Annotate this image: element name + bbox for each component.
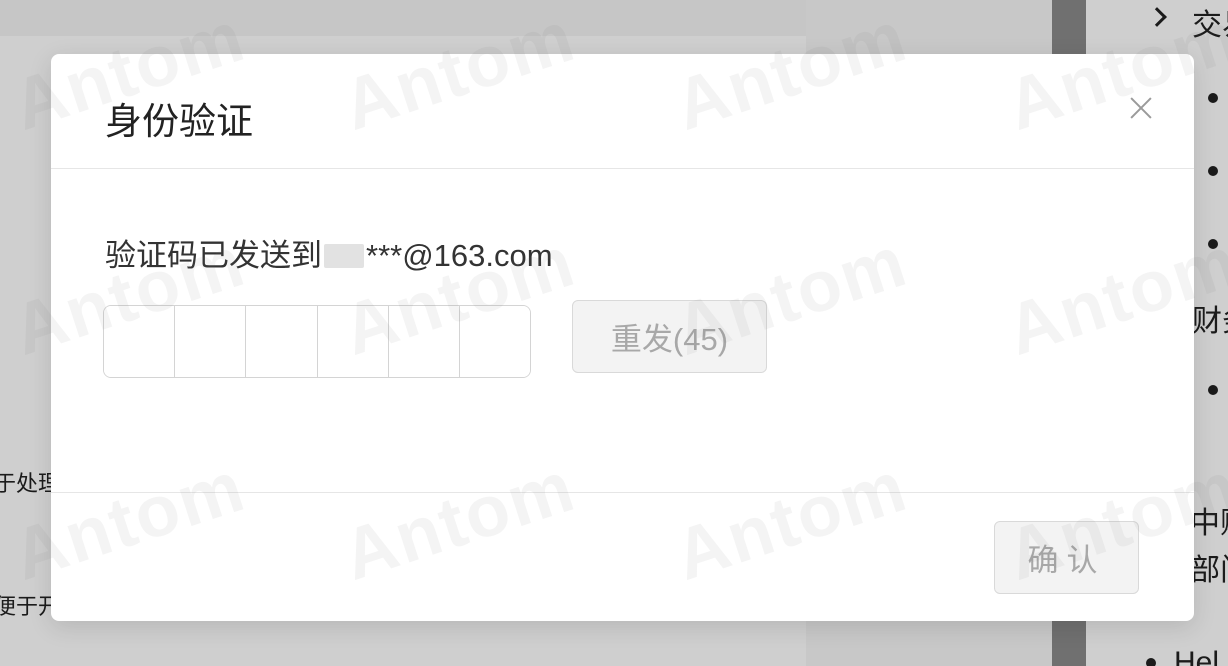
- verification-code-input[interactable]: [103, 305, 531, 378]
- code-digit-5[interactable]: [388, 306, 460, 377]
- code-digit-2[interactable]: [175, 306, 247, 377]
- verification-dialog: 身份验证 验证码已发送到 ***@163.com 重发(45) 确认: [51, 54, 1194, 621]
- dialog-header: 身份验证: [51, 54, 1194, 169]
- code-digit-1[interactable]: [104, 306, 176, 377]
- masked-email: ***@163.com: [366, 238, 553, 273]
- code-sent-message: 验证码已发送到 ***@163.com: [105, 230, 553, 275]
- code-digit-6[interactable]: [459, 306, 530, 377]
- code-digit-4[interactable]: [317, 306, 389, 377]
- close-icon[interactable]: [1127, 94, 1155, 122]
- code-digit-3[interactable]: [246, 306, 318, 377]
- footer-divider: [51, 492, 1194, 493]
- dialog-title: 身份验证: [105, 101, 253, 142]
- code-sent-prefix: 验证码已发送到: [105, 238, 322, 273]
- masked-email-blur: [324, 243, 364, 268]
- resend-button[interactable]: 重发(45): [572, 300, 767, 373]
- confirm-button[interactable]: 确认: [994, 521, 1139, 594]
